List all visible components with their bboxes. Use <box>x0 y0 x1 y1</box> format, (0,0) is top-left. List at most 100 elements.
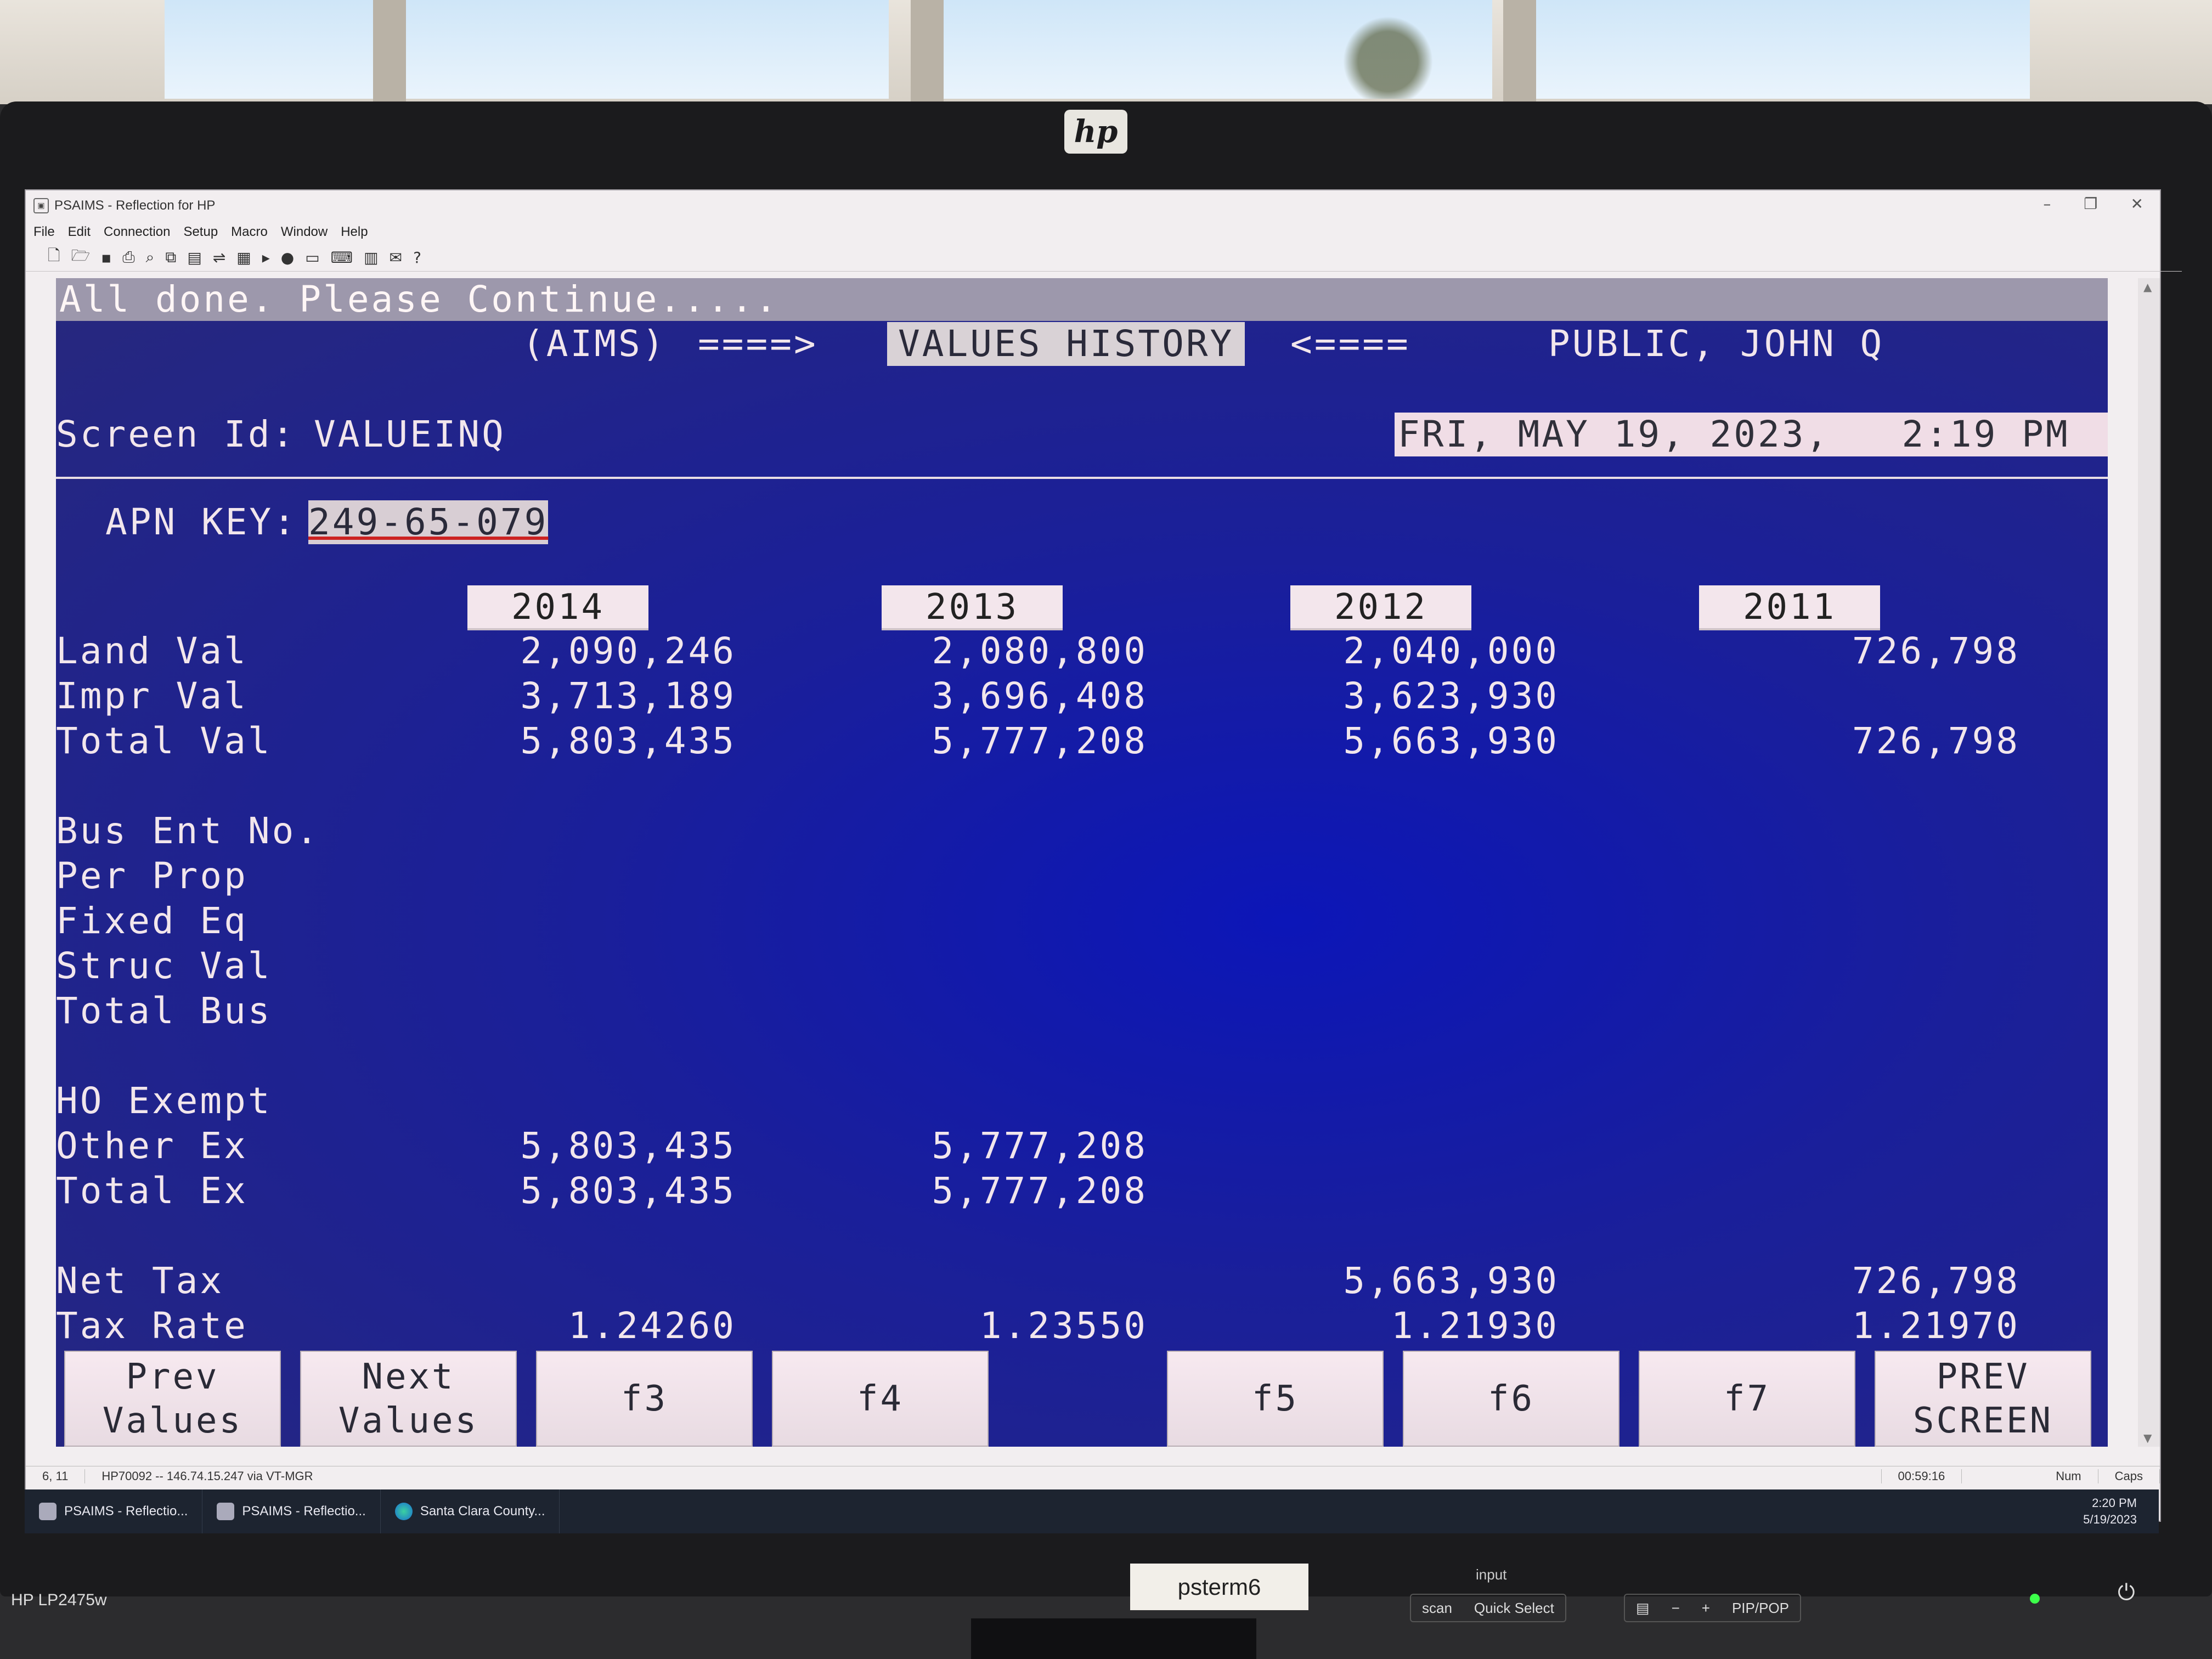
paste-icon[interactable]: ▤ <box>187 249 201 267</box>
value-cell: 2,040,000 <box>1343 630 1559 672</box>
arrow-right: ====> <box>698 323 818 365</box>
row-label: Tax Rate <box>56 1305 248 1347</box>
num-lock-indicator: Num <box>2039 1469 2098 1483</box>
value-cell: 2,090,246 <box>520 630 736 672</box>
clock-date: 5/19/2023 <box>2083 1513 2137 1526</box>
mail-icon[interactable]: ✉ <box>390 249 402 267</box>
year-header: 2011 <box>1699 585 1880 630</box>
f5-key[interactable]: f5 <box>1167 1351 1384 1447</box>
minimize-icon[interactable]: – <box>2043 195 2051 213</box>
menu-bar: File Edit Connection Setup Macro Window … <box>26 221 2168 244</box>
menu-setup[interactable]: Setup <box>183 224 218 240</box>
transfer-icon[interactable]: ▥ <box>364 249 378 267</box>
apn-input[interactable]: 249-65-079 <box>308 500 549 544</box>
value-cell: 5,777,208 <box>932 1125 1148 1167</box>
reflection-window: ▣ PSAIMS - Reflection for HP – ❐ ✕ File … <box>25 189 2182 1522</box>
next-values-key[interactable]: Next Values <box>300 1351 517 1447</box>
apn-label: APN KEY: <box>105 501 297 543</box>
osd-input-group: scan Quick Select <box>1410 1594 1566 1622</box>
terminal-screen[interactable]: All done. Please Continue..... (AIMS) ==… <box>56 278 2108 1447</box>
menu-icon[interactable]: ▤ <box>1636 1600 1650 1617</box>
minus-icon[interactable]: − <box>1672 1600 1680 1617</box>
key-line: Values <box>338 1400 479 1441</box>
open-folder-icon[interactable]: 🗁 <box>71 244 91 270</box>
taskbar-item[interactable]: Santa Clara County... <box>381 1489 560 1533</box>
play-icon[interactable]: ▸ <box>262 249 270 267</box>
key-line: f7 <box>1723 1378 1771 1419</box>
window-title: PSAIMS - Reflection for HP <box>54 198 216 213</box>
row-label: Per Prop <box>56 855 248 897</box>
key-line: f5 <box>1251 1378 1299 1419</box>
pip-pop-button[interactable]: PIP/POP <box>1732 1600 1789 1617</box>
key-line: f6 <box>1487 1378 1535 1419</box>
title-bar[interactable]: ▣ PSAIMS - Reflection for HP – ❐ ✕ <box>26 190 2160 221</box>
new-file-icon[interactable]: 🗋 <box>48 244 60 270</box>
screen-id-label: Screen Id: <box>56 413 296 455</box>
asset-label: psterm6 <box>1130 1564 1308 1610</box>
prev-values-key[interactable]: Prev Values <box>64 1351 281 1447</box>
close-icon[interactable]: ✕ <box>2131 195 2143 213</box>
help-pointer-icon[interactable]: ? <box>413 249 421 267</box>
year-header: 2012 <box>1290 585 1471 630</box>
divider <box>56 477 2108 479</box>
monitor-model: HP LP2475w <box>11 1591 107 1609</box>
f4-key[interactable]: f4 <box>772 1351 989 1447</box>
taskbar-item-label: PSAIMS - Reflectio... <box>64 1504 188 1519</box>
menu-macro[interactable]: Macro <box>231 224 268 240</box>
taskbar-item[interactable]: PSAIMS - Reflectio... <box>202 1489 381 1533</box>
row-label: Struc Val <box>56 945 272 987</box>
menu-help[interactable]: Help <box>341 224 368 240</box>
key-line: Values <box>102 1400 243 1441</box>
menu-connection[interactable]: Connection <box>104 224 170 240</box>
window-background <box>0 0 2212 104</box>
row-label: Impr Val <box>56 675 248 717</box>
value-cell: 3,696,408 <box>932 675 1148 717</box>
copy-icon[interactable]: ⧉ <box>165 248 176 267</box>
plus-icon[interactable]: + <box>1702 1600 1710 1617</box>
f3-key[interactable]: f3 <box>536 1351 753 1447</box>
power-led <box>2030 1594 2040 1604</box>
key-line: PREV <box>1936 1356 2030 1397</box>
datetime-field: FRI, MAY 19, 2023, 2:19 PM <box>1395 413 2108 456</box>
year-header: 2014 <box>467 585 648 630</box>
menu-window[interactable]: Window <box>281 224 328 240</box>
row-label: HO Exempt <box>56 1080 272 1122</box>
row-label: Total Ex <box>56 1170 248 1212</box>
power-icon[interactable]: ⏻ <box>2118 1580 2135 1605</box>
row-label: Total Bus <box>56 990 272 1032</box>
value-cell: 726,798 <box>1852 1260 2020 1302</box>
display-icon[interactable]: ▭ <box>305 249 319 267</box>
scroll-down-icon[interactable]: ▼ <box>2143 1431 2152 1444</box>
row-label: Net Tax <box>56 1260 224 1302</box>
quick-select-button[interactable]: Quick Select <box>1474 1600 1554 1617</box>
settings-icon[interactable]: ▦ <box>236 249 251 267</box>
f6-key[interactable]: f6 <box>1403 1351 1620 1447</box>
system-clock[interactable]: 2:20 PM 5/19/2023 <box>2083 1495 2159 1528</box>
arrow-left: <==== <box>1290 323 1410 365</box>
menu-file[interactable]: File <box>33 224 55 240</box>
f7-key[interactable]: f7 <box>1639 1351 1855 1447</box>
connect-icon[interactable]: ⇌ <box>213 249 225 267</box>
record-icon[interactable]: ● <box>281 249 294 267</box>
restore-icon[interactable]: ❐ <box>2084 195 2097 213</box>
key-line: f3 <box>620 1378 668 1419</box>
session-timer: 00:59:16 <box>1882 1469 1962 1483</box>
keyboard-icon[interactable]: ⌨ <box>331 249 353 267</box>
scroll-up-icon[interactable]: ▲ <box>2143 280 2152 294</box>
osd-input-label: input <box>1476 1566 1507 1583</box>
app-icon: ▣ <box>33 198 49 213</box>
prev-screen-key[interactable]: PREV SCREEN <box>1875 1351 2091 1447</box>
save-icon[interactable]: ▪ <box>101 249 111 267</box>
vertical-scrollbar[interactable]: ▲ ▼ <box>2138 278 2160 1447</box>
taskbar-item-label: Santa Clara County... <box>420 1504 545 1519</box>
find-icon[interactable]: ⌕ <box>146 248 155 267</box>
key-line: SCREEN <box>1912 1400 2053 1441</box>
taskbar-item[interactable]: PSAIMS - Reflectio... <box>25 1489 203 1533</box>
value-cell: 5,777,208 <box>932 720 1148 762</box>
print-icon[interactable]: ⎙ <box>122 248 134 267</box>
menu-edit[interactable]: Edit <box>68 224 91 240</box>
scan-button[interactable]: scan <box>1422 1600 1452 1617</box>
key-line: Next <box>362 1356 455 1397</box>
reflection-icon <box>217 1503 235 1520</box>
row-label: Other Ex <box>56 1125 248 1167</box>
